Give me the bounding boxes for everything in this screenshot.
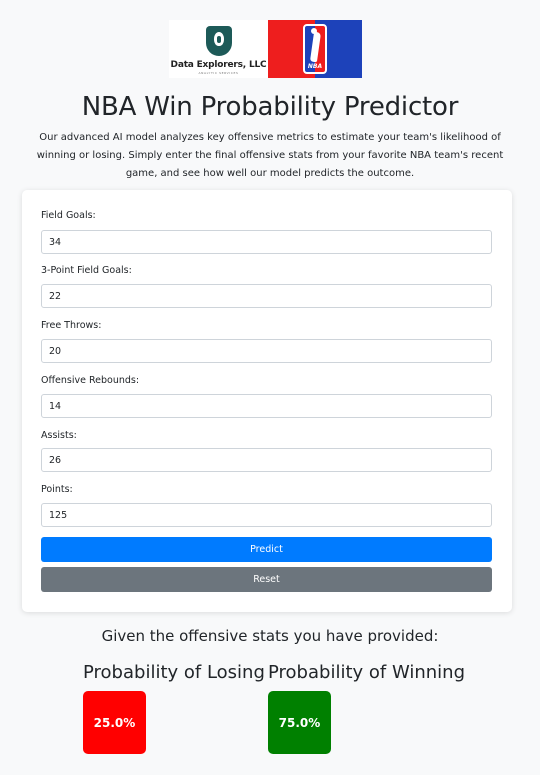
- offensive-rebounds-input[interactable]: [41, 394, 492, 418]
- field-goals-input[interactable]: [41, 230, 492, 254]
- field-goals-label: Field Goals:: [41, 210, 96, 221]
- company-name: Data Explorers, LLC: [170, 60, 267, 70]
- nba-badge-icon: NBA: [303, 24, 327, 74]
- nba-logo: NBA: [268, 20, 362, 78]
- points-label: Points:: [41, 484, 73, 495]
- losing-probability-box: 25.0%: [83, 691, 146, 754]
- header-logos: Data Explorers, LLC ANALYTIC SERVICES NB…: [169, 20, 362, 78]
- winning-probability-box: 75.0%: [268, 691, 331, 754]
- offensive-rebounds-label: Offensive Rebounds:: [41, 375, 140, 386]
- points-input[interactable]: [41, 503, 492, 527]
- predict-button[interactable]: Predict: [41, 537, 492, 562]
- lion-head-icon: [205, 26, 232, 56]
- winning-probability-title: Probability of Winning: [268, 662, 465, 683]
- losing-probability-value: 25.0%: [93, 715, 136, 730]
- data-explorers-logo: Data Explorers, LLC ANALYTIC SERVICES: [169, 20, 268, 78]
- winning-probability-panel: Probability of Winning 75.0%: [268, 662, 465, 754]
- losing-probability-title: Probability of Losing: [83, 662, 265, 683]
- winning-probability-value: 75.0%: [278, 715, 321, 730]
- intro-text: Our advanced AI model analyzes key offen…: [36, 132, 504, 179]
- stats-form-card: Field Goals: 3-Point Field Goals: Free T…: [22, 190, 512, 612]
- results-heading: Given the offensive stats you have provi…: [101, 627, 439, 645]
- three-point-input[interactable]: [41, 284, 492, 308]
- three-point-label: 3-Point Field Goals:: [41, 265, 132, 276]
- assists-label: Assists:: [41, 430, 77, 441]
- company-tagline: ANALYTIC SERVICES: [198, 71, 239, 75]
- losing-probability-panel: Probability of Losing 25.0%: [83, 662, 265, 754]
- assists-input[interactable]: [41, 448, 492, 472]
- free-throws-input[interactable]: [41, 339, 492, 363]
- nba-wordmark: NBA: [307, 63, 323, 70]
- free-throws-label: Free Throws:: [41, 320, 102, 331]
- reset-button[interactable]: Reset: [41, 567, 492, 592]
- page-title: NBA Win Probability Predictor: [81, 92, 459, 122]
